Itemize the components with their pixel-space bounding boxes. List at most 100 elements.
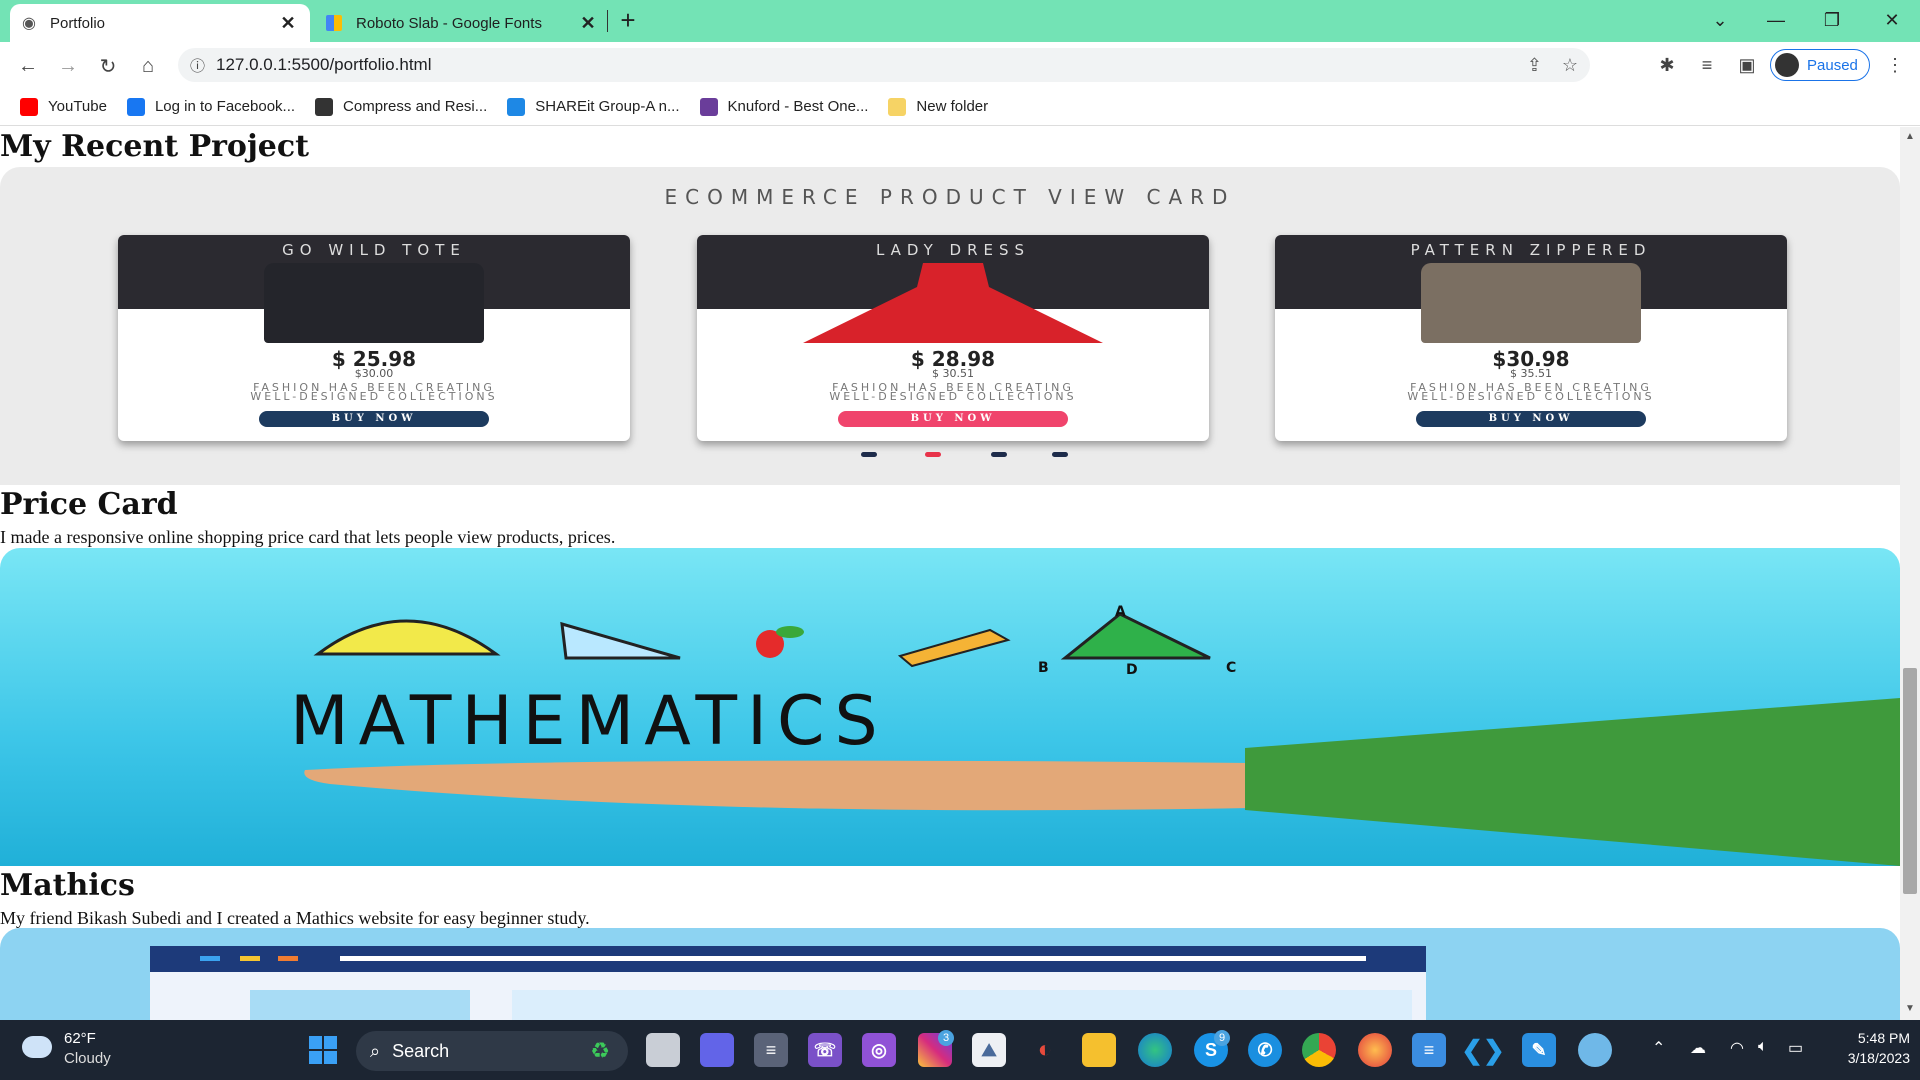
edge-icon[interactable] <box>1138 1033 1172 1067</box>
carousel-dot-4[interactable] <box>1052 452 1068 457</box>
scroll-up-icon[interactable]: ▲ <box>1905 131 1915 142</box>
forward-icon[interactable]: → <box>52 50 84 82</box>
reading-list-icon[interactable]: ≡ <box>1692 50 1722 80</box>
page-content: My Recent Project ECOMMERCE PRODUCT VIEW… <box>0 127 1900 1020</box>
product-description: FASHION HAS BEEN CREATING WELL-DESIGNED C… <box>829 381 1077 403</box>
bookmark-item[interactable]: YouTube <box>20 97 107 116</box>
globe-app-icon[interactable] <box>1578 1033 1612 1067</box>
wifi-icon[interactable]: ◠ <box>1730 1038 1744 1058</box>
buy-now-button[interactable]: BUY NOW <box>838 411 1068 427</box>
close-tab-icon[interactable]: ✕ <box>278 13 298 34</box>
browser-toolbar: ← → ↻ ⌂ ⓘ 127.0.0.1:5500/portfolio.html … <box>0 42 1920 88</box>
price-card-description: I made a responsive online shopping pric… <box>0 527 616 547</box>
menu-icon[interactable]: ⋮ <box>1880 50 1910 80</box>
mathics-project-image[interactable] <box>0 928 1900 1020</box>
windows-start-icon[interactable] <box>306 1033 340 1067</box>
bookmark-label: Knuford - Best One... <box>727 98 869 115</box>
svg-text:C: C <box>1226 660 1236 676</box>
cloud-weather-icon[interactable] <box>22 1036 52 1058</box>
file-explorer-icon[interactable] <box>1082 1033 1116 1067</box>
chrome-icon[interactable] <box>1302 1033 1336 1067</box>
price-card-heading: Price Card <box>0 487 178 522</box>
clock-time[interactable]: 5:48 PM <box>1830 1030 1910 1046</box>
buy-now-button[interactable]: BUY NOW <box>259 411 489 427</box>
side-panel-icon[interactable]: ▣ <box>1732 50 1762 80</box>
restore-button[interactable]: ❐ <box>1804 0 1860 40</box>
phone-link-icon[interactable]: ✆ <box>1248 1033 1282 1067</box>
browser-app-icon[interactable]: ◐ <box>1028 1033 1062 1067</box>
reload-icon[interactable]: ↻ <box>92 50 124 82</box>
protractor-icon <box>313 619 501 656</box>
volume-icon[interactable]: 🔈︎ <box>1758 1038 1768 1056</box>
mathematics-project-image[interactable]: A B D C MATHEMATICS <box>0 548 1900 866</box>
photos-icon[interactable]: ⛰ <box>972 1033 1006 1067</box>
bookmark-star-icon[interactable]: ☆ <box>1562 55 1578 76</box>
product-name: PATTERN ZIPPERED <box>1410 241 1652 259</box>
clock-date[interactable]: 3/18/2023 <box>1820 1050 1910 1066</box>
task-view-icon[interactable] <box>646 1033 680 1067</box>
product-card[interactable]: LADY DRESS $ 28.98 $ 30.51 FASHION HAS BEEN… <box>697 235 1209 441</box>
browser-title-bar: ◉ Portfolio ✕ Roboto Slab - Google Fonts… <box>0 0 1920 42</box>
tab-search-icon[interactable]: ⌄ <box>1692 0 1748 40</box>
google-fonts-icon <box>326 15 342 31</box>
buy-now-button[interactable]: BUY NOW <box>1416 411 1646 427</box>
battery-icon[interactable]: ▭ <box>1788 1038 1803 1058</box>
taskbar-search[interactable]: ⌕ Search ♻ <box>356 1031 628 1071</box>
mathematics-illustration: A B D C MATHEMATICS <box>290 604 1900 866</box>
pencil-icon <box>897 628 1011 668</box>
product-card[interactable]: PATTERN ZIPPERED $30.98 $ 35.51 FASHION HAS… <box>1275 235 1787 441</box>
teams-chat-icon[interactable] <box>700 1033 734 1067</box>
address-bar[interactable]: ⓘ 127.0.0.1:5500/portfolio.html ⇪ ☆ <box>178 48 1590 82</box>
product-description: FASHION HAS BEEN CREATING WELL-DESIGNED C… <box>250 381 498 403</box>
profile-button[interactable]: Paused <box>1770 49 1870 81</box>
carousel-dot-2[interactable] <box>925 452 941 457</box>
svg-text:A: A <box>1115 604 1126 620</box>
product-old-price: $ 35.51 <box>1510 367 1552 380</box>
back-icon[interactable]: ← <box>12 50 44 82</box>
suit-icon <box>1421 263 1641 343</box>
github-icon[interactable]: ◎ <box>862 1033 896 1067</box>
paint-icon[interactable]: ✎ <box>1522 1033 1556 1067</box>
onedrive-icon[interactable]: ☁ <box>1690 1038 1706 1058</box>
bookmarks-bar: YouTube Log in to Facebook... Compress and… <box>0 88 1920 126</box>
facebook-icon <box>126 97 145 116</box>
search-label: Search <box>392 1040 450 1061</box>
product-card[interactable]: GO WILD TOTE $ 25.98 $30.00 FASHION HAS BEE… <box>118 235 630 441</box>
vscode-icon[interactable]: ❮❯ <box>1461 1033 1505 1067</box>
weather-temp[interactable]: 62°F <box>64 1030 96 1047</box>
tab-title: Portfolio <box>49 14 105 32</box>
scrollbar-thumb[interactable] <box>1903 668 1917 894</box>
close-window-button[interactable]: ✕ <box>1864 0 1920 40</box>
scroll-down-icon[interactable]: ▼ <box>1905 1003 1915 1014</box>
home-icon[interactable]: ⌂ <box>132 50 164 82</box>
product-carousel[interactable]: ECOMMERCE PRODUCT VIEW CARD GO WILD TOTE… <box>0 167 1900 485</box>
notepad-icon[interactable]: ≡ <box>1412 1033 1446 1067</box>
minimize-button[interactable]: — <box>1748 0 1804 40</box>
close-tab-icon[interactable]: ✕ <box>578 13 598 34</box>
extensions-icon[interactable]: ✱ <box>1652 50 1682 80</box>
tab-portfolio[interactable]: ◉ Portfolio ✕ <box>10 4 310 42</box>
viber-icon[interactable]: ☏ <box>808 1033 842 1067</box>
weather-condition[interactable]: Cloudy <box>64 1050 111 1067</box>
carousel-dot-1[interactable] <box>861 452 877 457</box>
bookmark-item[interactable]: Knuford - Best One... <box>699 97 869 116</box>
carousel-dot-3[interactable] <box>991 452 1007 457</box>
new-tab-button[interactable]: + <box>608 0 648 40</box>
knuford-icon <box>699 97 718 116</box>
bookmark-item[interactable]: SHAREit Group-A n... <box>507 97 680 116</box>
product-old-price: $ 30.51 <box>932 367 974 380</box>
bookmark-item[interactable]: Compress and Resi... <box>315 97 487 116</box>
tab-google-fonts[interactable]: Roboto Slab - Google Fonts ✕ <box>314 4 610 42</box>
bookmark-label: YouTube <box>48 98 107 115</box>
bookmark-item[interactable]: New folder <box>888 97 989 116</box>
show-hidden-icons[interactable]: ⌃ <box>1652 1038 1665 1058</box>
bookmark-item[interactable]: Log in to Facebook... <box>126 97 295 116</box>
info-icon[interactable]: ⓘ <box>190 55 205 76</box>
bookmark-label: New folder <box>916 98 989 115</box>
mathics-heading: Mathics <box>0 868 135 903</box>
firefox-icon[interactable] <box>1358 1033 1392 1067</box>
svg-text:D: D <box>1126 662 1138 678</box>
address-text: 127.0.0.1:5500/portfolio.html <box>216 55 432 74</box>
share-icon[interactable]: ⇪ <box>1527 55 1542 76</box>
app-icon[interactable]: ≡ <box>754 1033 788 1067</box>
